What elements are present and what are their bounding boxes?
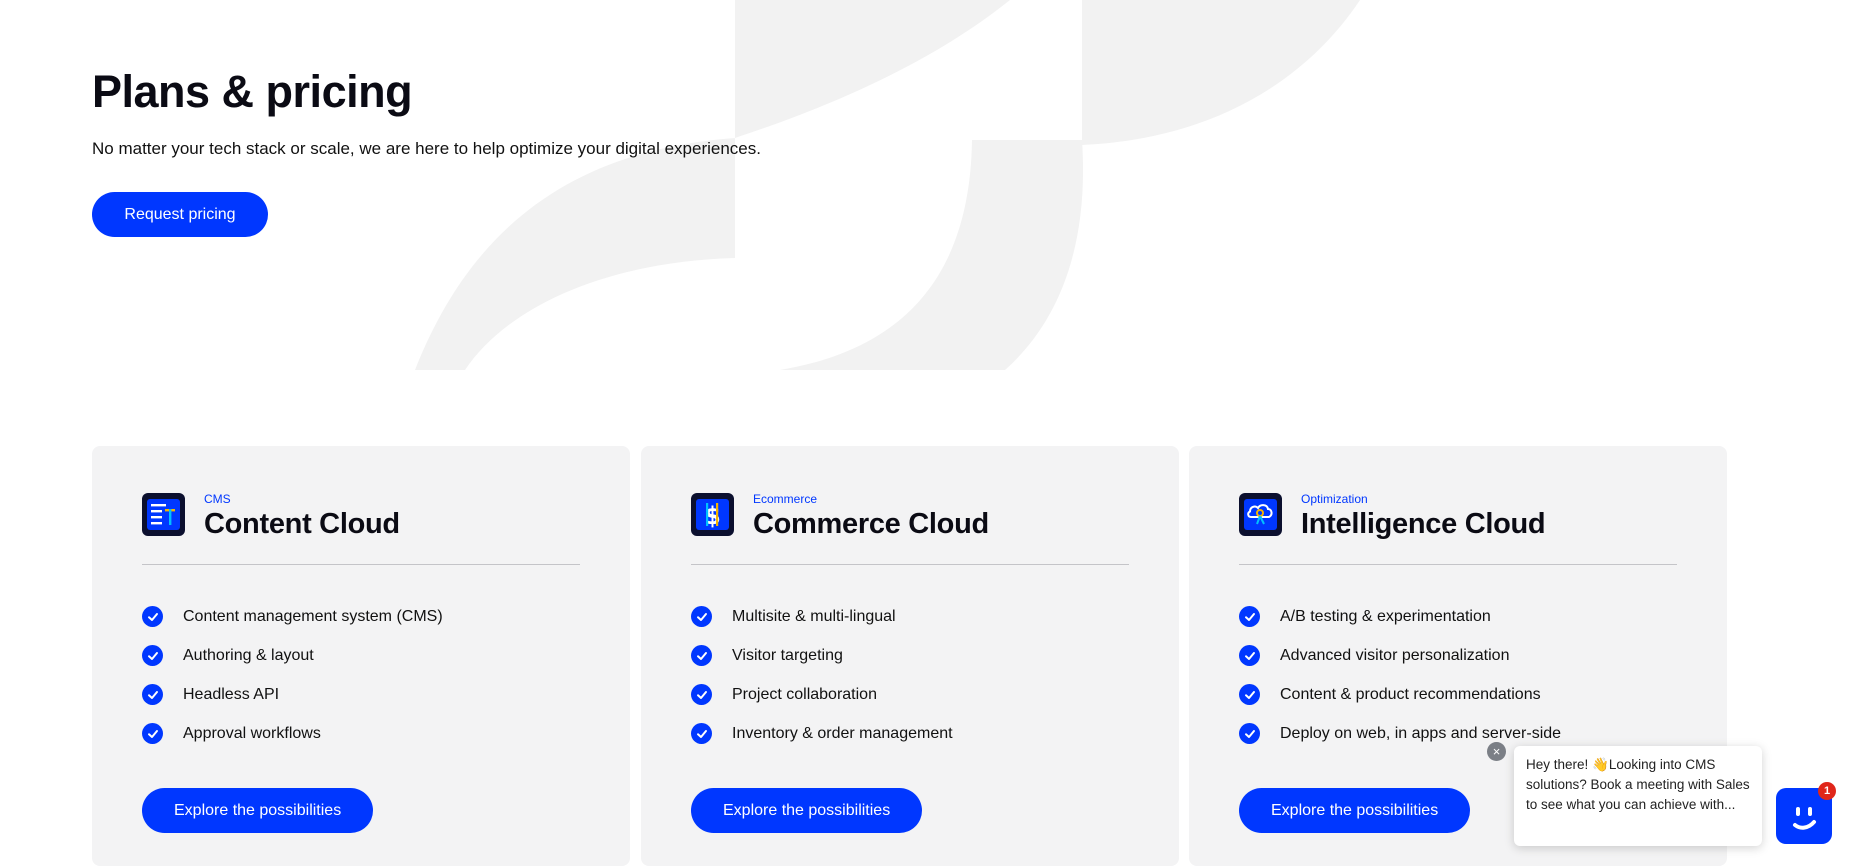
divider: [142, 564, 580, 565]
feature-list: A/B testing & experimentation Advanced v…: [1239, 597, 1561, 753]
card-title: Intelligence Cloud: [1301, 508, 1546, 540]
check-icon: [142, 606, 163, 627]
feature-item: Approval workflows: [142, 714, 443, 753]
check-icon: [691, 684, 712, 705]
check-icon: [691, 645, 712, 666]
chat-message-bubble[interactable]: Hey there! 👋Looking into CMS solutions? …: [1514, 746, 1762, 846]
divider: [1239, 564, 1677, 565]
feature-list: Multisite & multi-lingual Visitor target…: [691, 597, 953, 753]
card-eyebrow: Ecommerce: [753, 492, 818, 506]
feature-item: Deploy on web, in apps and server-side: [1239, 714, 1561, 753]
card-eyebrow: CMS: [204, 492, 231, 506]
feature-item: Visitor targeting: [691, 636, 953, 675]
page-subtitle: No matter your tech stack or scale, we a…: [92, 139, 761, 158]
feature-label: Project collaboration: [732, 685, 877, 703]
content-cloud-icon: [142, 493, 185, 536]
check-icon: [142, 645, 163, 666]
check-icon: [142, 723, 163, 744]
feature-item: Content management system (CMS): [142, 597, 443, 636]
card-title: Commerce Cloud: [753, 508, 989, 540]
card-eyebrow: Optimization: [1301, 492, 1368, 506]
divider: [691, 564, 1129, 565]
feature-item: Headless API: [142, 675, 443, 714]
background-decoration: [415, 0, 1360, 370]
check-icon: [142, 684, 163, 705]
close-icon[interactable]: ×: [1487, 742, 1506, 761]
feature-label: Inventory & order management: [732, 724, 953, 742]
feature-label: A/B testing & experimentation: [1280, 607, 1491, 625]
feature-label: Authoring & layout: [183, 646, 314, 664]
card-commerce-cloud: $ Ecommerce Commerce Cloud Multisite & m…: [641, 446, 1179, 866]
notification-badge: 1: [1818, 782, 1836, 800]
intelligence-cloud-icon: [1239, 493, 1282, 536]
feature-item: Project collaboration: [691, 675, 953, 714]
chat-message-text: Hey there! 👋Looking into CMS solutions? …: [1526, 757, 1750, 812]
check-icon: [1239, 606, 1260, 627]
feature-label: Multisite & multi-lingual: [732, 607, 896, 625]
page-title: Plans & pricing: [92, 66, 413, 117]
check-icon: [691, 606, 712, 627]
check-icon: [1239, 723, 1260, 744]
explore-commerce-cloud-button[interactable]: Explore the possibilities: [691, 788, 923, 833]
check-icon: [1239, 645, 1260, 666]
feature-label: Approval workflows: [183, 724, 321, 742]
explore-intelligence-cloud-button[interactable]: Explore the possibilities: [1239, 788, 1471, 833]
card-title: Content Cloud: [204, 508, 400, 540]
check-icon: [691, 723, 712, 744]
feature-item: A/B testing & experimentation: [1239, 597, 1561, 636]
check-icon: [1239, 684, 1260, 705]
feature-item: Advanced visitor personalization: [1239, 636, 1561, 675]
feature-label: Advanced visitor personalization: [1280, 646, 1510, 664]
request-pricing-button[interactable]: Request pricing: [92, 192, 268, 237]
feature-label: Content management system (CMS): [183, 607, 443, 625]
feature-item: Authoring & layout: [142, 636, 443, 675]
feature-item: Multisite & multi-lingual: [691, 597, 953, 636]
hero-section: Plans & pricing No matter your tech stac…: [92, 62, 761, 237]
feature-label: Headless API: [183, 685, 280, 703]
feature-item: Content & product recommendations: [1239, 675, 1561, 714]
feature-label: Visitor targeting: [732, 646, 843, 664]
feature-label: Deploy on web, in apps and server-side: [1280, 724, 1562, 742]
feature-label: Content & product recommendations: [1280, 685, 1541, 703]
commerce-cloud-icon: $: [691, 493, 734, 536]
explore-content-cloud-button[interactable]: Explore the possibilities: [142, 788, 374, 833]
feature-list: Content management system (CMS) Authorin…: [142, 597, 443, 753]
feature-item: Inventory & order management: [691, 714, 953, 753]
card-content-cloud: CMS Content Cloud Content management sys…: [92, 446, 630, 866]
